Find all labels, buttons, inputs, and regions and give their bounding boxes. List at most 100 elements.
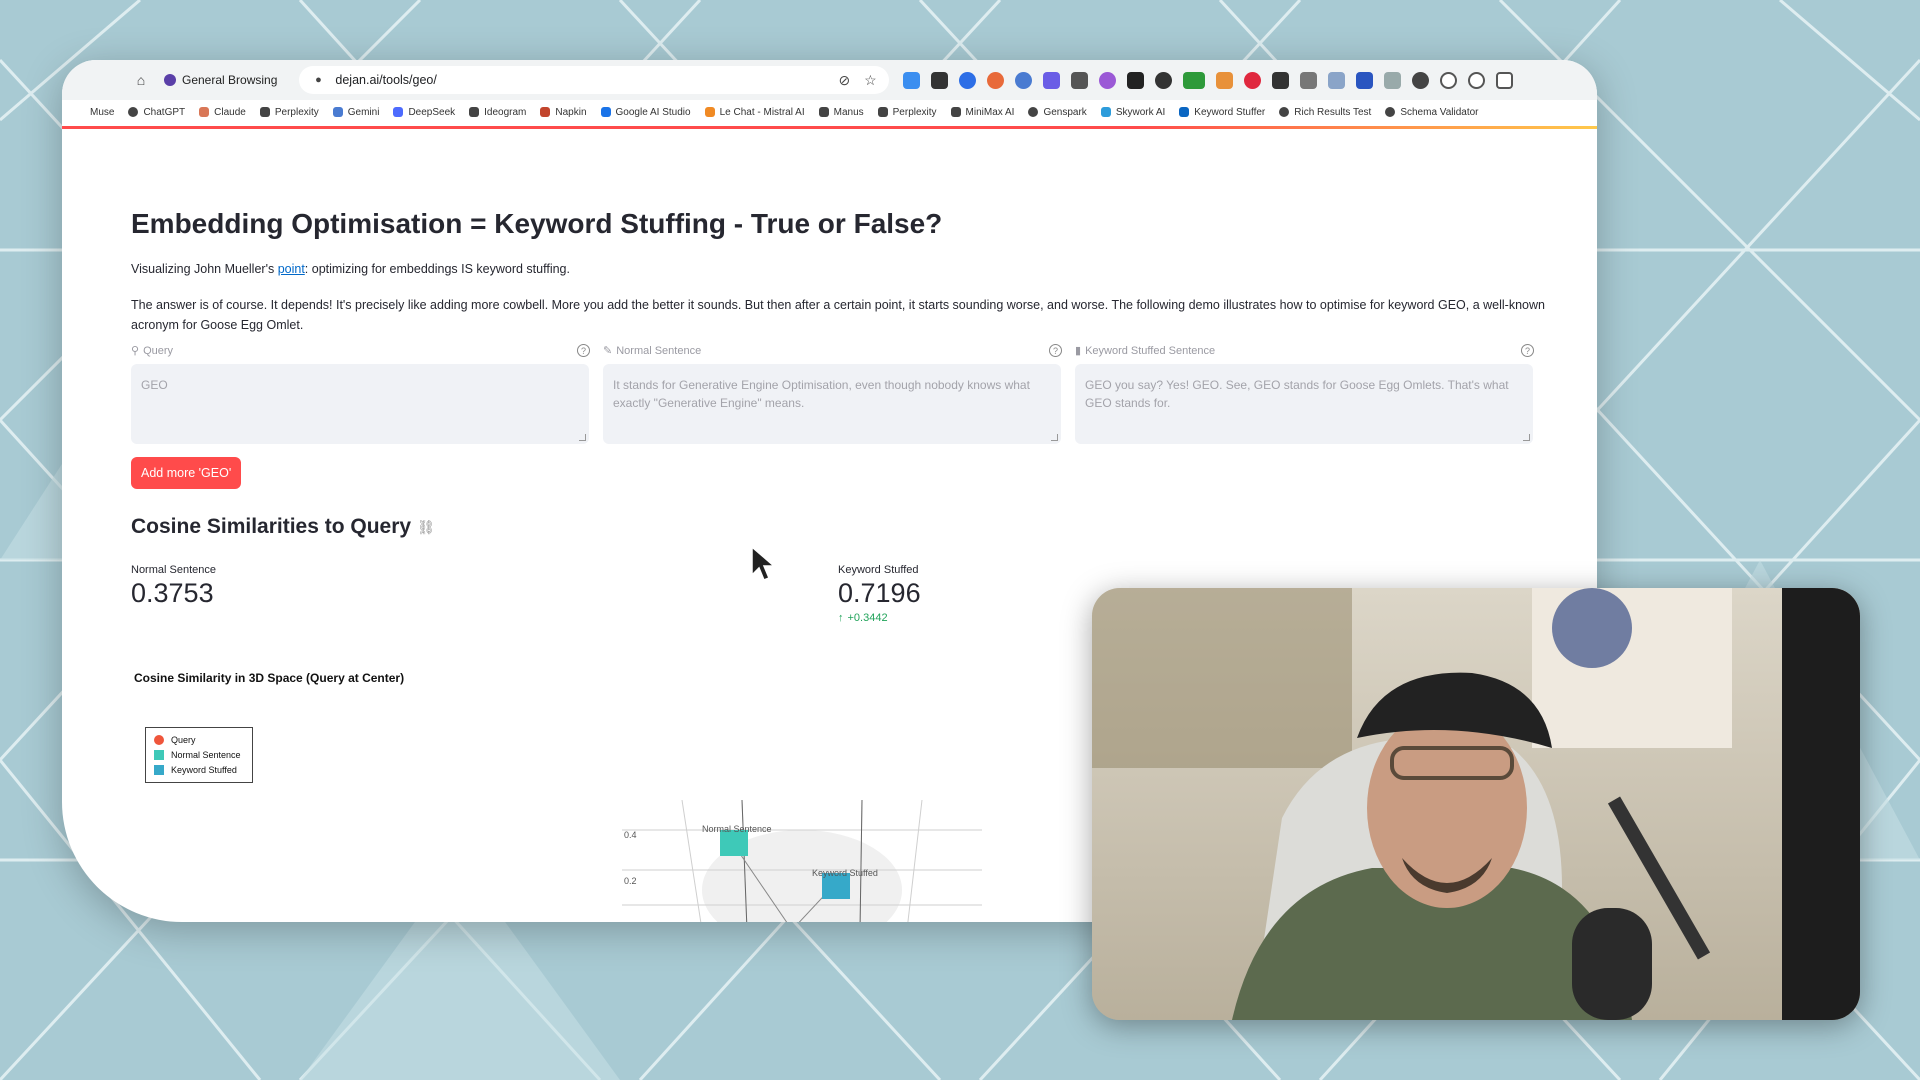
bookmark-item[interactable]: Genspark	[1028, 107, 1087, 118]
extension-icon[interactable]	[1127, 71, 1145, 89]
query-input[interactable]: GEO	[131, 364, 589, 444]
claude-icon	[199, 107, 210, 117]
extension-icon[interactable]	[1099, 71, 1117, 89]
extension-icon[interactable]	[1015, 71, 1033, 89]
skywork-icon	[1100, 107, 1111, 117]
search-icon[interactable]	[1440, 71, 1458, 89]
napkin-icon	[540, 107, 551, 117]
metric-stuffed-value: 0.7196	[838, 578, 921, 608]
site-info-icon[interactable]: ●	[309, 71, 327, 89]
point-link[interactable]: point	[278, 262, 305, 276]
arrow-up-icon: ↑	[838, 612, 844, 624]
point-label: Normal Sentence	[702, 824, 772, 834]
bookmark-item[interactable]: Rich Results Test	[1279, 107, 1371, 118]
extension-icon[interactable]	[1384, 71, 1402, 89]
eye-off-icon[interactable]: ⊘	[835, 71, 853, 89]
help-icon[interactable]: ?	[577, 344, 590, 357]
help-icon[interactable]: ?	[1521, 344, 1534, 357]
legend-item-normal[interactable]: Normal Sentence	[154, 747, 244, 762]
stuffed-sentence-input[interactable]: GEO you say? Yes! GEO. See, GEO stands f…	[1075, 364, 1533, 444]
emblem	[1552, 588, 1632, 668]
mistral-icon	[704, 107, 715, 117]
normal-sentence-input[interactable]: It stands for Generative Engine Optimisa…	[603, 364, 1061, 444]
metric-normal-label: Normal Sentence	[131, 564, 216, 576]
legend-item-stuffed[interactable]: Keyword Stuffed	[154, 762, 244, 777]
bookmark-item[interactable]: Schema Validator	[1385, 107, 1479, 118]
query-label: ⚲ Query	[131, 344, 174, 358]
intro-paragraph: The answer is of course. It depends! It'…	[131, 298, 1545, 332]
normal-sentence-label: ✎ Normal Sentence	[603, 344, 702, 358]
3d-scatter-plot[interactable]: 0.4 0.2 Normal Sentence Keyword Stuffed	[622, 800, 982, 922]
extension-icon[interactable]	[1300, 71, 1318, 89]
home-icon[interactable]: ⌂	[132, 71, 150, 89]
legend-item-query[interactable]: Query	[154, 732, 244, 747]
bookmark-item[interactable]: Skywork AI	[1100, 107, 1165, 118]
metric-stuffed-label: Keyword Stuffed	[838, 564, 919, 576]
manus-icon	[818, 107, 829, 117]
bookmark-item[interactable]: Muse	[90, 107, 114, 118]
camo-flag	[1092, 588, 1352, 768]
url-text: dejan.ai/tools/geo/	[335, 73, 437, 87]
normal-marker	[154, 749, 164, 760]
stuffed-sentence-label: ▮ Keyword Stuffed Sentence	[1075, 344, 1216, 358]
axis-tick: 0.4	[624, 830, 637, 840]
page-title: Embedding Optimisation = Keyword Stuffin…	[131, 208, 943, 239]
profile-tab[interactable]: General Browsing	[164, 73, 277, 87]
bookmark-item[interactable]: Perplexity	[259, 107, 319, 118]
bookmark-item[interactable]: Perplexity	[877, 107, 937, 118]
extension-icon[interactable]	[1328, 71, 1346, 89]
extension-icon[interactable]	[1412, 71, 1430, 89]
extension-icon[interactable]	[1216, 71, 1234, 89]
extension-icon[interactable]	[1272, 71, 1290, 89]
extension-icon[interactable]	[1043, 71, 1061, 89]
link-icon[interactable]: ⛓	[417, 519, 435, 536]
browser-toolbar: ⌂ General Browsing ● dejan.ai/tools/geo/…	[62, 60, 1597, 100]
globe-icon	[1385, 107, 1396, 117]
address-bar[interactable]: ● dejan.ai/tools/geo/ ⊘ ☆	[299, 66, 890, 94]
bookmark-item[interactable]: Manus	[818, 107, 864, 118]
chart-legend: Query Normal Sentence Keyword Stuffed	[145, 727, 253, 783]
mouse-cursor	[751, 545, 777, 581]
query-marker	[154, 734, 164, 745]
extension-icon[interactable]	[1244, 71, 1262, 89]
bookmark-item[interactable]: Gemini	[332, 107, 379, 118]
extension-icon[interactable]	[1356, 71, 1374, 89]
puzzle-icon[interactable]	[1496, 71, 1514, 89]
extension-icon[interactable]	[903, 71, 921, 89]
extension-icon[interactable]	[1183, 71, 1206, 89]
extension-icon[interactable]	[959, 71, 977, 89]
genspark-icon	[1028, 107, 1039, 117]
profile-icon	[164, 74, 176, 86]
bookmark-item[interactable]: Google AI Studio	[600, 107, 691, 118]
dark-panel	[1782, 588, 1860, 1020]
bookmark-item[interactable]: MiniMax AI	[950, 107, 1014, 118]
metric-normal-value: 0.3753	[131, 578, 214, 608]
bookmark-item[interactable]: Claude	[199, 107, 246, 118]
bookmark-item[interactable]: Napkin	[540, 107, 587, 118]
linkedin-icon	[1179, 107, 1190, 117]
bookmark-item[interactable]: Le Chat - Mistral AI	[704, 107, 805, 118]
star-icon[interactable]: ☆	[861, 71, 879, 89]
stuffed-marker	[154, 764, 164, 775]
google-ai-studio-icon	[600, 107, 611, 117]
add-keyword-button[interactable]: Add more 'GEO'	[131, 457, 242, 489]
extension-icon[interactable]	[1155, 71, 1173, 89]
extension-icon[interactable]	[1468, 71, 1486, 89]
bookmark-item[interactable]: DeepSeek	[393, 107, 455, 118]
bookmark-item[interactable]: ChatGPT	[128, 107, 185, 118]
help-icon[interactable]: ?	[1049, 344, 1062, 357]
chatgpt-icon	[128, 107, 139, 117]
extension-icon[interactable]	[1071, 71, 1089, 89]
bookmark-item[interactable]: Keyword Stuffer	[1179, 107, 1265, 118]
axis-tick: 0.2	[624, 876, 637, 886]
deepseek-icon	[393, 107, 404, 117]
extension-icon[interactable]	[931, 71, 949, 89]
profile-tab-label: General Browsing	[182, 73, 278, 87]
bookmark-item[interactable]: Ideogram	[469, 107, 526, 118]
pencil-icon: ✎	[603, 345, 613, 357]
person-face	[1367, 708, 1527, 908]
extension-icon[interactable]	[987, 71, 1005, 89]
extensions-row	[903, 71, 1514, 89]
metric-delta: ↑ +0.3442	[838, 612, 888, 624]
ideogram-icon	[469, 107, 480, 117]
